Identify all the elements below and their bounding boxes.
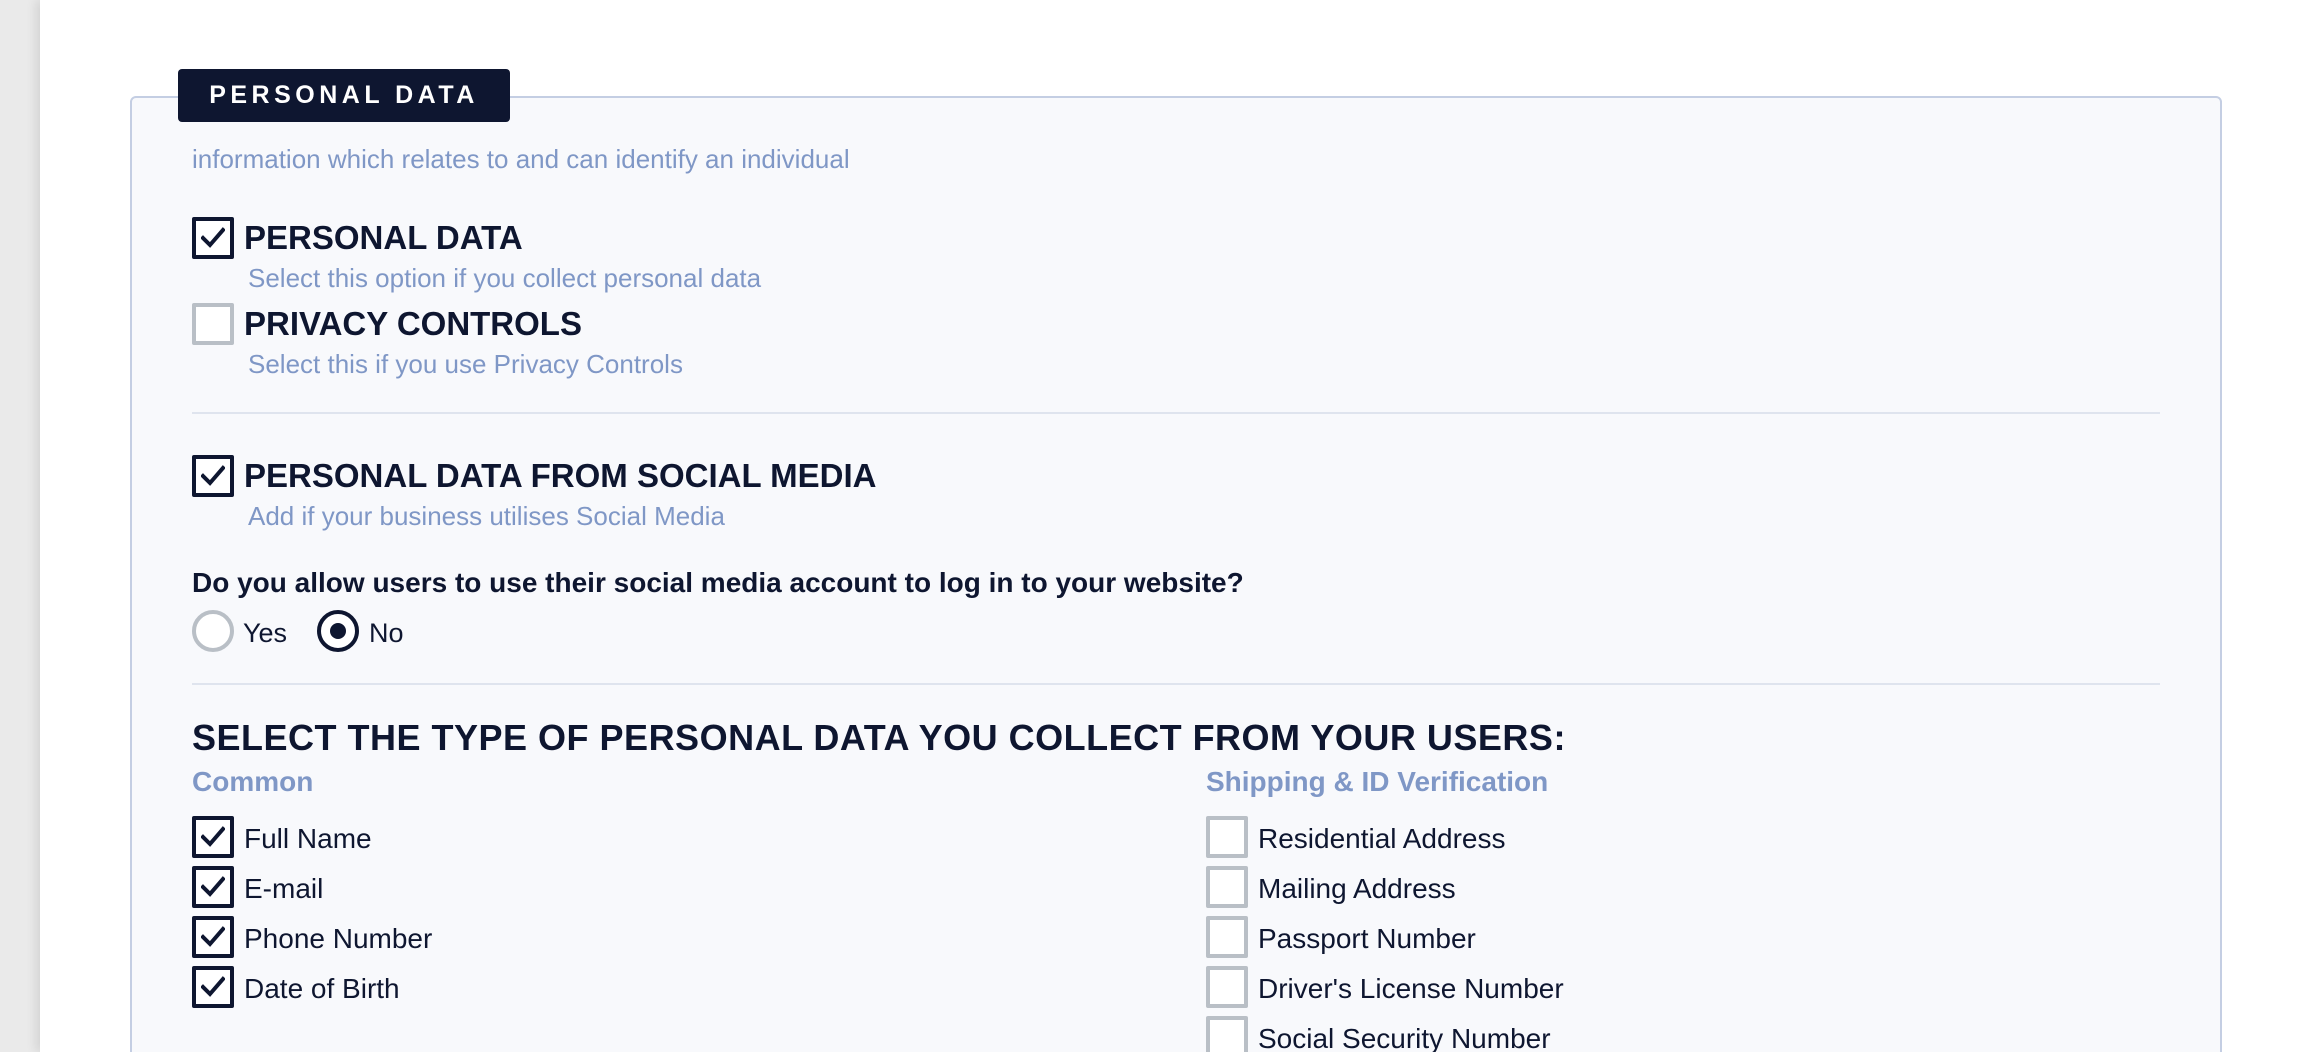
email-checkbox[interactable] (192, 866, 234, 908)
personal-data-hint: Select this option if you collect person… (248, 263, 762, 293)
full-name-checkbox[interactable] (192, 816, 234, 858)
personal-data-checkbox[interactable] (192, 217, 234, 259)
phone-number-checkbox[interactable] (192, 916, 234, 958)
section-divider (192, 683, 2160, 685)
group-common-title: Common (192, 766, 314, 797)
social-security-label[interactable]: Social Security Number (1258, 1023, 1551, 1052)
checkmark-icon (201, 926, 225, 947)
privacy-controls-hint: Select this if you use Privacy Controls (248, 349, 683, 379)
social-login-yes-label[interactable]: Yes (243, 618, 287, 649)
personal-data-title[interactable]: PERSONAL DATA (244, 219, 523, 257)
checkmark-icon (201, 876, 225, 897)
privacy-controls-title[interactable]: PRIVACY CONTROLS (244, 305, 582, 343)
residential-address-checkbox[interactable] (1206, 816, 1248, 858)
mailing-address-label[interactable]: Mailing Address (1258, 873, 1456, 905)
date-of-birth-checkbox[interactable] (192, 966, 234, 1008)
drivers-license-label[interactable]: Driver's License Number (1258, 973, 1564, 1005)
drivers-license-checkbox[interactable] (1206, 966, 1248, 1008)
checkmark-icon (201, 826, 225, 847)
social-login-yes-radio[interactable] (192, 610, 234, 652)
mailing-address-checkbox[interactable] (1206, 866, 1248, 908)
social-login-no-radio[interactable] (317, 610, 359, 652)
social-media-checkbox[interactable] (192, 455, 234, 497)
social-security-checkbox[interactable] (1206, 1016, 1248, 1052)
passport-number-checkbox[interactable] (1206, 916, 1248, 958)
full-name-label[interactable]: Full Name (244, 823, 372, 855)
phone-number-label[interactable]: Phone Number (244, 923, 432, 955)
section-description: information which relates to and can ide… (192, 144, 850, 174)
social-login-no-label[interactable]: No (369, 618, 404, 649)
social-login-question: Do you allow users to use their social m… (192, 567, 1244, 598)
date-of-birth-label[interactable]: Date of Birth (244, 973, 400, 1005)
group-shipping-title: Shipping & ID Verification (1206, 766, 1549, 797)
checkmark-icon (201, 976, 225, 997)
checkmark-icon (201, 227, 225, 248)
social-media-title[interactable]: PERSONAL DATA FROM SOCIAL MEDIA (244, 457, 877, 495)
social-media-hint: Add if your business utilises Social Med… (248, 501, 725, 531)
section-divider (192, 412, 2160, 414)
section-legend: PERSONAL DATA (178, 69, 510, 122)
privacy-controls-checkbox[interactable] (192, 303, 234, 345)
passport-number-label[interactable]: Passport Number (1258, 923, 1476, 955)
checkmark-icon (201, 465, 225, 486)
residential-address-label[interactable]: Residential Address (1258, 823, 1505, 855)
radio-selected-dot (330, 623, 346, 639)
email-label[interactable]: E-mail (244, 873, 323, 905)
data-types-heading: SELECT THE TYPE OF PERSONAL DATA YOU COL… (192, 717, 1566, 758)
